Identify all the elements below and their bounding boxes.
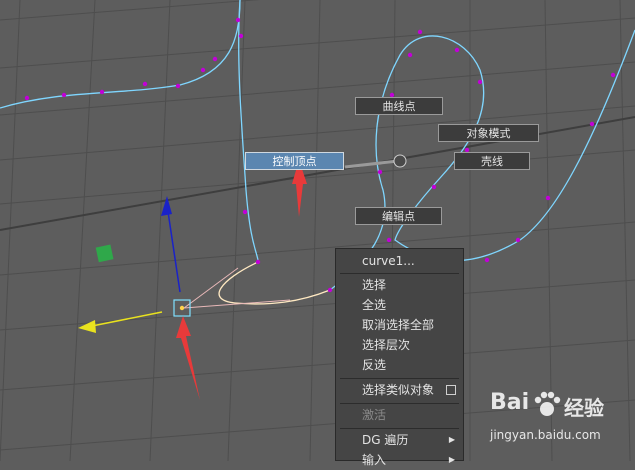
option-box-icon[interactable] [446, 385, 456, 395]
menu-item-input[interactable]: 输入 ▶ [336, 450, 463, 470]
menu-item-input-label: 输入 [362, 453, 387, 467]
menu-item-select-similar[interactable]: 选择类似对象 [336, 380, 463, 400]
submenu-arrow-icon: ▶ [448, 435, 455, 444]
watermark-url: jingyan.baidu.com [490, 428, 601, 442]
watermark-brand-left: Bai [490, 390, 530, 415]
submenu-arrow-icon: ▶ [448, 455, 455, 464]
paw-icon [534, 391, 561, 416]
menu-item-deselect-all[interactable]: 取消选择全部 [336, 315, 463, 335]
baidu-jingyan-watermark: Bai 经验 jingyan.baidu.com [490, 388, 630, 458]
menu-separator [340, 378, 459, 379]
menu-separator [340, 403, 459, 404]
context-menu: curve1... 选择 全选 取消选择全部 选择层次 反选 选择类似对象 激活… [335, 248, 464, 467]
marking-item-control-vertex[interactable]: 控制顶点 [245, 152, 344, 170]
marking-item-object-mode[interactable]: 对象模式 [438, 124, 539, 142]
menu-separator [340, 428, 459, 429]
menu-item-dg-traversal-label: DG 遍历 [362, 433, 409, 447]
menu-item-select-hierarchy[interactable]: 选择层次 [336, 335, 463, 355]
menu-item-dg-traversal[interactable]: DG 遍历 ▶ [336, 430, 463, 450]
menu-item-activate: 激活 [362, 408, 387, 422]
watermark-brand-right: 经验 [564, 396, 604, 420]
menu-item-select-similar-label: 选择类似对象 [362, 383, 435, 397]
marking-item-hull[interactable]: 壳线 [454, 152, 530, 170]
context-menu-title: curve1... [362, 254, 415, 268]
marking-item-edit-point[interactable]: 编辑点 [355, 207, 442, 225]
menu-item-invert-selection[interactable]: 反选 [336, 355, 463, 375]
menu-item-select[interactable]: 选择 [336, 275, 463, 295]
menu-separator [340, 273, 459, 274]
marking-item-curve-point[interactable]: 曲线点 [355, 97, 443, 115]
menu-item-select-all[interactable]: 全选 [336, 295, 463, 315]
